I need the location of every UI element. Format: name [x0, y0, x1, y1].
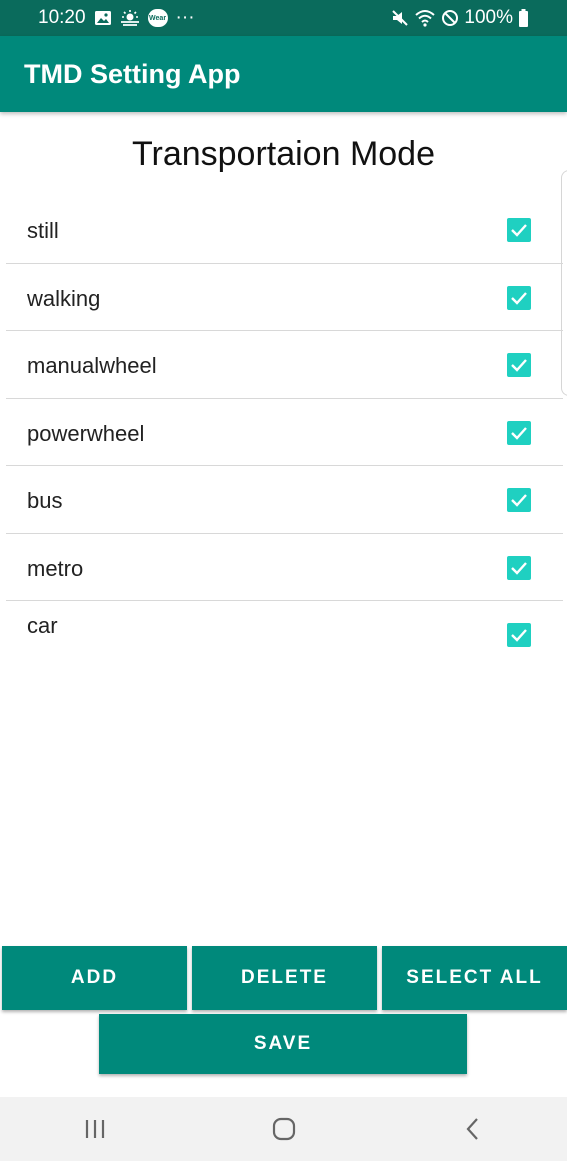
- wifi-icon: [414, 9, 436, 27]
- mute-icon: [391, 9, 409, 27]
- weather-icon: [120, 10, 140, 26]
- checkmark-icon: [511, 426, 527, 440]
- mode-checkbox-powerwheel[interactable]: [507, 420, 531, 445]
- checkmark-icon: [511, 561, 527, 575]
- mode-label: bus: [27, 488, 63, 513]
- select-all-button[interactable]: SELECT ALL: [382, 946, 567, 1010]
- status-bar: 10:20 Wear ··· 100%: [0, 0, 567, 36]
- mode-row-car[interactable]: car: [6, 601, 563, 669]
- checkmark-icon: [511, 291, 527, 305]
- mode-row-bus[interactable]: bus: [6, 466, 563, 534]
- back-icon[interactable]: [443, 1109, 503, 1149]
- mode-label: metro: [27, 555, 84, 581]
- home-icon[interactable]: [254, 1109, 314, 1149]
- more-notifications: ···: [175, 7, 195, 28]
- mode-row-walking[interactable]: walking: [6, 264, 563, 331]
- image-icon: [94, 10, 112, 26]
- mode-row-powerwheel[interactable]: powerwheel: [6, 399, 563, 466]
- mode-checkbox-manualwheel[interactable]: [507, 353, 531, 377]
- save-button[interactable]: SAVE: [99, 1014, 467, 1074]
- mode-label: powerwheel: [27, 420, 145, 446]
- mode-label: manualwheel: [27, 353, 157, 378]
- checkmark-icon: [511, 494, 527, 507]
- recent-apps-icon[interactable]: [65, 1109, 125, 1149]
- add-button[interactable]: ADD: [2, 946, 187, 1010]
- mode-label: still: [27, 218, 59, 243]
- status-time: 10:20: [38, 7, 86, 28]
- mode-row-manualwheel[interactable]: manualwheel: [6, 331, 563, 399]
- wear-icon: Wear: [147, 9, 168, 27]
- checkmark-icon: [511, 629, 527, 642]
- checkmark-icon: [511, 359, 527, 372]
- mode-checkbox-still[interactable]: [507, 218, 531, 242]
- status-left: 10:20 Wear ···: [38, 7, 195, 29]
- battery-percent: 100%: [464, 7, 513, 28]
- mode-row-metro[interactable]: metro: [6, 534, 563, 601]
- battery-icon: [518, 9, 529, 27]
- mode-checkbox-car[interactable]: [507, 623, 531, 647]
- status-right: 100%: [391, 7, 529, 29]
- mode-checkbox-bus[interactable]: [507, 488, 531, 512]
- mode-checkbox-walking[interactable]: [507, 285, 531, 310]
- mode-label: car: [27, 613, 58, 638]
- do-not-disturb-icon: [441, 9, 459, 27]
- app-title: TMD Setting App: [24, 58, 241, 89]
- mode-list: still walking manualwheel powerwheel bus…: [6, 196, 563, 669]
- app-bar: TMD Setting App: [0, 36, 567, 112]
- delete-button[interactable]: DELETE: [192, 946, 377, 1010]
- mode-checkbox-metro[interactable]: [507, 555, 531, 580]
- mode-row-still[interactable]: still: [6, 196, 563, 264]
- page-title: Transportaion Mode: [131, 135, 435, 173]
- navigation-bar: [0, 1097, 567, 1161]
- mode-label: walking: [27, 285, 101, 311]
- checkmark-icon: [511, 224, 527, 237]
